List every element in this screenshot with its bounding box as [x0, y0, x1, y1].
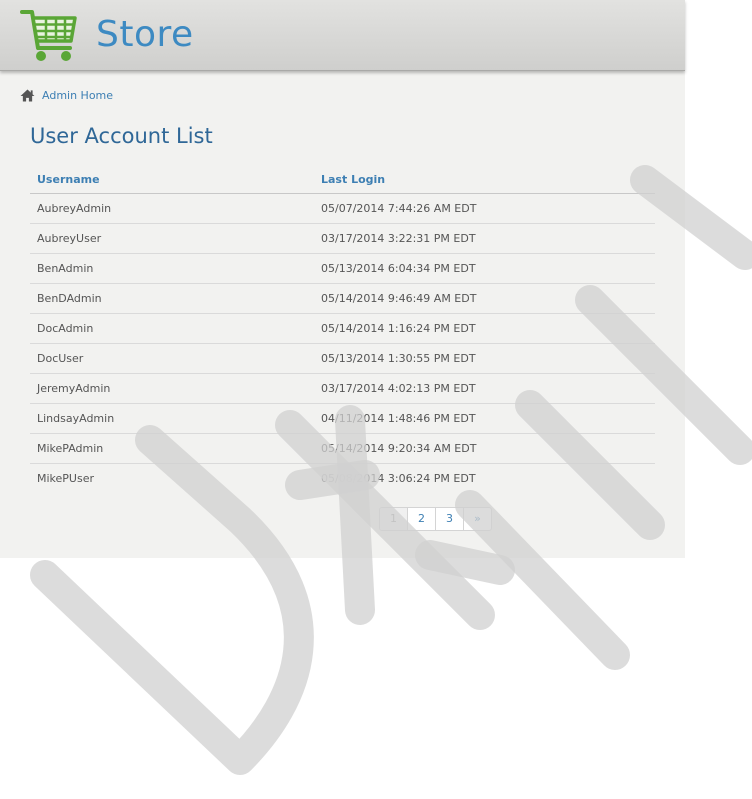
- table-row: MikePUser 05/08/2014 3:06:24 PM EDT: [30, 464, 655, 494]
- header: Store: [0, 0, 685, 71]
- username-cell: MikePUser: [37, 472, 94, 485]
- last-login-cell: 05/13/2014 6:04:34 PM EDT: [314, 253, 655, 284]
- admin-home-link[interactable]: Admin Home: [42, 89, 113, 102]
- last-login-cell: 03/17/2014 4:02:13 PM EDT: [314, 373, 655, 404]
- table-row: JeremyAdmin 03/17/2014 4:02:13 PM EDT: [30, 373, 655, 404]
- last-login-cell: 05/14/2014 9:20:34 AM EDT: [314, 433, 655, 464]
- home-icon: [20, 88, 35, 102]
- app-window: Store Admin Home User Account List Usern…: [0, 0, 685, 558]
- table-row: DocAdmin 05/14/2014 1:16:24 PM EDT: [30, 313, 655, 344]
- pagination: 1 2 3 »: [379, 507, 492, 531]
- column-header-last-login[interactable]: Last Login: [314, 165, 655, 194]
- breadcrumb: Admin Home: [20, 86, 113, 104]
- last-login-cell: 05/13/2014 1:30:55 PM EDT: [314, 343, 655, 374]
- table-row: DocUser 05/13/2014 1:30:55 PM EDT: [30, 343, 655, 374]
- page-title: User Account List: [30, 124, 213, 148]
- table-row: BenAdmin 05/13/2014 6:04:34 PM EDT: [30, 253, 655, 284]
- username-cell: AubreyUser: [30, 223, 314, 254]
- store-logo-text[interactable]: Store: [96, 14, 194, 55]
- next-page-button[interactable]: »: [463, 508, 491, 530]
- last-login-cell: 05/14/2014 9:46:49 AM EDT: [314, 283, 655, 314]
- shopping-cart-icon: [20, 10, 77, 61]
- username-cell: LindsayAdmin: [30, 403, 314, 434]
- page-2-button[interactable]: 2: [407, 508, 435, 530]
- username-cell: JeremyAdmin: [30, 373, 314, 404]
- username-cell: BenAdmin: [30, 253, 314, 284]
- table-row: BenDAdmin 05/14/2014 9:46:49 AM EDT: [30, 283, 655, 314]
- last-login-cell: 04/11/2014 1:48:46 PM EDT: [314, 403, 655, 434]
- last-login-cell: 05/07/2014 7:44:26 AM EDT: [314, 193, 655, 224]
- table-row: AubreyUser 03/17/2014 3:22:31 PM EDT: [30, 223, 655, 254]
- username-cell: DocAdmin: [30, 313, 314, 344]
- table-row: MikePAdmin 05/14/2014 9:20:34 AM EDT: [30, 433, 655, 464]
- column-header-username[interactable]: Username: [30, 165, 314, 194]
- username-cell: BenDAdmin: [30, 283, 314, 314]
- username-cell: AubreyAdmin: [30, 193, 314, 224]
- table-row: LindsayAdmin 04/11/2014 1:48:46 PM EDT: [30, 403, 655, 434]
- table-header-row: Username Last Login: [30, 165, 655, 194]
- last-login-cell: 05/08/2014 3:06:24 PM EDT: [321, 472, 476, 485]
- last-login-cell: 05/14/2014 1:16:24 PM EDT: [314, 313, 655, 344]
- username-cell: MikePAdmin: [30, 433, 314, 464]
- page-1-button[interactable]: 1: [380, 508, 407, 530]
- page-3-button[interactable]: 3: [435, 508, 463, 530]
- user-account-table: Username Last Login AubreyAdmin 05/07/20…: [30, 165, 655, 493]
- table-row: AubreyAdmin 05/07/2014 7:44:26 AM EDT: [30, 193, 655, 224]
- last-login-cell: 03/17/2014 3:22:31 PM EDT: [314, 223, 655, 254]
- username-cell: DocUser: [30, 343, 314, 374]
